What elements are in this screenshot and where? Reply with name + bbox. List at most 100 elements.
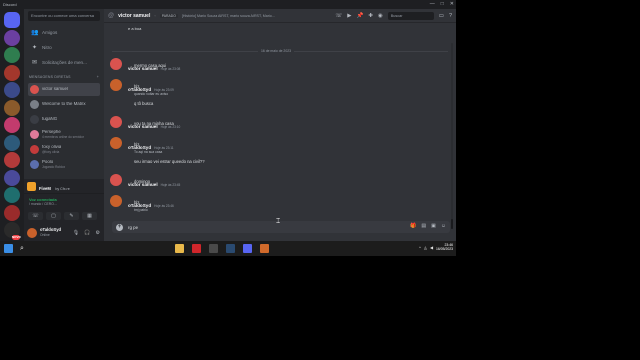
server-icon[interactable]	[4, 64, 20, 81]
profile-icon[interactable]: ◉	[378, 13, 383, 19]
speaker-icon[interactable]: ◀	[430, 245, 433, 250]
server-icon[interactable]	[4, 82, 20, 98]
chat-search-input[interactable]: Buscar	[387, 12, 434, 20]
author-avatar[interactable]	[110, 58, 122, 70]
gift-icon[interactable]: 🎁	[410, 223, 416, 229]
server-icon[interactable]	[4, 204, 20, 221]
author-avatar[interactable]	[110, 78, 122, 91]
server-icon[interactable]	[4, 99, 20, 116]
taskbar-app-6-icon[interactable]	[260, 244, 269, 253]
taskbar-search-icon[interactable]: ⌕	[20, 244, 29, 253]
dm-text: Welcome to the Matrix	[42, 102, 86, 107]
message-line: tmj pablo	[134, 208, 148, 212]
add-dm-button[interactable]: +	[97, 75, 99, 79]
window-controls: — □ ✕	[430, 0, 454, 9]
server-icon[interactable]	[4, 47, 20, 63]
chevron-up-icon[interactable]: ^	[419, 245, 421, 250]
dm-subtitle: 4 membros online do servidor	[42, 134, 84, 139]
headphones-icon[interactable]: 🎧	[84, 230, 90, 236]
avatar	[30, 160, 39, 169]
dm-item[interactable]: Persephe 4 membros online do servidor	[28, 128, 100, 141]
taskbar-windows-icon[interactable]	[4, 244, 13, 253]
voice-call-icon[interactable]: ☏	[335, 13, 342, 19]
dm-item[interactable]: Poolo Jogando Roblox	[28, 158, 100, 171]
author-avatar[interactable]	[110, 194, 122, 207]
server-icon[interactable]	[4, 117, 20, 133]
video-call-icon[interactable]: ▶	[347, 13, 351, 19]
composer-toolbar: 🎁 ▤ ▣ ☺	[410, 223, 446, 229]
activity-name: FiveM	[39, 186, 51, 191]
nav-nitro-label: Nitro	[42, 45, 52, 50]
message-author[interactable]: oTaldoSyd	[128, 87, 151, 92]
close-button[interactable]: ✕	[450, 0, 454, 9]
message-author[interactable]: oTaldoSyd	[128, 203, 151, 208]
message-author[interactable]: oTaldoSyd	[128, 145, 151, 150]
taskbar-app-3-icon[interactable]	[209, 244, 218, 253]
emoji-icon[interactable]: ☺	[441, 223, 446, 229]
dm-item[interactable]: tugaNG	[28, 113, 100, 126]
nav-message-requests[interactable]: ✉ Solicitações de men...	[28, 57, 100, 68]
message-timestamp: Hoje às 23:45	[160, 183, 181, 187]
server-icon[interactable]	[4, 12, 20, 28]
author-avatar[interactable]	[110, 174, 122, 186]
dm-item[interactable]: victor samuel	[28, 83, 100, 96]
user-avatar[interactable]	[27, 227, 37, 238]
maximize-button[interactable]: □	[441, 0, 444, 9]
gear-icon[interactable]: ⚙	[96, 230, 100, 236]
activity-panel[interactable]: FiveM by Cfx.re	[24, 179, 104, 193]
message-timestamp: Hoje às 23:46	[154, 203, 174, 208]
disconnect-button[interactable]: ☏	[28, 212, 43, 220]
server-icon[interactable]	[4, 187, 20, 203]
taskbar-file-explorer-icon[interactable]	[175, 244, 184, 253]
nav-nitro[interactable]: ✦ Nitro	[28, 42, 100, 53]
help-icon[interactable]: ?	[449, 13, 452, 19]
taskbar-discord-icon[interactable]	[243, 244, 252, 253]
server-icon[interactable]	[4, 134, 20, 151]
dm-header: MENSAGENS DIRETAS +	[29, 75, 99, 79]
attach-plus-icon[interactable]: +	[116, 223, 123, 231]
scrollbar-thumb[interactable]	[451, 219, 453, 229]
avatar	[30, 85, 39, 94]
dm-name: tugaNG	[42, 117, 58, 122]
title-bar: Discord — □ ✕	[0, 0, 456, 9]
dm-text: Poolo Jogando Roblox	[42, 160, 65, 169]
message-line: domingo	[134, 179, 151, 184]
gif-icon[interactable]: ▤	[421, 223, 426, 229]
date-divider: 16 de maio de 2023	[112, 49, 448, 53]
activity-button[interactable]: ▦	[82, 212, 97, 220]
window-title: Discord	[3, 2, 17, 7]
nav-friends[interactable]: 👥 Amigos	[28, 27, 100, 38]
inbox-icon[interactable]: ▭	[439, 13, 444, 19]
composer-input[interactable]: rg pe	[128, 225, 138, 230]
add-friend-icon[interactable]: ✚	[368, 13, 373, 19]
microphone-icon[interactable]: 🎙	[73, 230, 79, 236]
voice-channel[interactable]: / mundo / CERO...	[29, 202, 57, 206]
windows-taskbar: ⌕ ^ ◬ ◀ 23:46 16/05/2023	[0, 241, 456, 256]
scrollbar[interactable]	[451, 43, 453, 229]
camera-button[interactable]: ▢	[46, 212, 61, 220]
dm-search-input[interactable]: Encontre ou comece uma conversa	[28, 11, 100, 21]
recipient-status-text: [Histório] Mario Souza AIRST, mario souz…	[181, 13, 275, 18]
minimize-button[interactable]: —	[430, 0, 435, 9]
author-avatar[interactable]	[110, 136, 122, 149]
fivem-icon	[27, 181, 36, 191]
message-line: mermo casa aqui	[134, 63, 167, 68]
dm-item[interactable]: foxy olivia @foxy olivia	[28, 143, 100, 156]
clock-date: 16/05/2023	[436, 247, 453, 252]
taskbar-steam-icon[interactable]	[226, 244, 235, 253]
server-icon[interactable]	[4, 152, 20, 168]
dm-name: victor samuel	[42, 87, 68, 92]
pin-icon[interactable]: 📌	[356, 13, 363, 19]
taskbar-opera-icon[interactable]	[192, 244, 201, 253]
sticker-icon[interactable]: ▣	[431, 223, 436, 229]
message-composer[interactable]: + rg pe 🎁 ▤ ▣ ☺	[112, 221, 450, 233]
server-icon[interactable]	[4, 29, 20, 46]
dm-item[interactable]: Welcome to the Matrix	[28, 98, 100, 111]
screen-share-button[interactable]: ✎	[64, 212, 79, 220]
user-name: oTaldoSyd	[40, 227, 62, 233]
author-avatar[interactable]	[110, 116, 122, 128]
network-icon[interactable]: ◬	[424, 245, 427, 250]
server-icon[interactable]	[4, 169, 20, 186]
avatar	[30, 130, 39, 139]
clock[interactable]: 23:46 16/05/2023	[436, 243, 453, 251]
